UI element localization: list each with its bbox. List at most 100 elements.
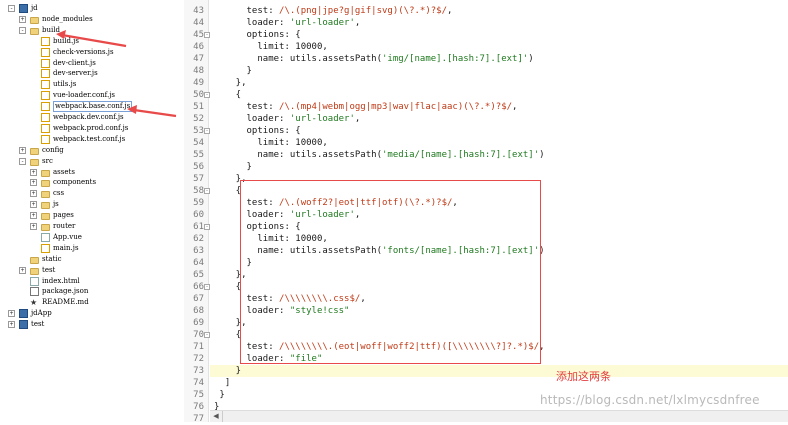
code-line[interactable]: }, <box>210 77 247 89</box>
code-line[interactable]: name: utils.assetsPath('media/[name].[ha… <box>210 149 545 161</box>
tree-item[interactable]: ★ README.md <box>0 297 184 308</box>
code-line[interactable]: { <box>210 185 241 197</box>
line-number: 51 <box>193 102 204 112</box>
expand-toggle-icon[interactable]: + <box>19 146 26 154</box>
code-line[interactable]: } <box>210 389 224 401</box>
code-line[interactable]: options: { <box>210 29 301 41</box>
code-token: options: { <box>246 126 301 136</box>
code-token: /\\\\\\\\.css$/ <box>279 294 361 304</box>
expand-toggle-icon[interactable]: + <box>30 201 37 209</box>
tree-item[interactable]: webpack.base.conf.js <box>0 101 184 113</box>
code-token: test: <box>246 198 280 208</box>
code-editor[interactable]: test: /\.(png|jpe?g|gif|svg)(\?.*)?$/, l… <box>210 0 788 412</box>
tree-item[interactable]: dev-client.js <box>0 58 184 69</box>
code-line[interactable]: } <box>210 161 252 173</box>
tree-item[interactable]: - jd <box>0 3 184 14</box>
code-line[interactable]: loader: "file" <box>210 353 323 365</box>
code-line[interactable]: options: { <box>210 125 301 137</box>
code-line[interactable]: loader: "style!css" <box>210 305 350 317</box>
tree-item[interactable]: + config <box>0 145 184 156</box>
tree-item[interactable]: webpack.dev.conf.js <box>0 112 184 123</box>
code-line[interactable]: loader: 'url-loader', <box>210 17 361 29</box>
tree-item[interactable]: static <box>0 254 184 265</box>
tree-item[interactable]: + js <box>0 199 184 210</box>
tree-item[interactable]: build.js <box>0 36 184 47</box>
code-line[interactable]: test: /\.(woff2?|eot|ttf|otf)(\?.*)?$/, <box>210 197 458 209</box>
code-line[interactable]: test: /\\\\\\\\.(eot|woff|woff2|ttf)([\\… <box>210 341 545 353</box>
expand-toggle-icon[interactable]: + <box>30 223 37 230</box>
code-token: test: <box>246 294 280 304</box>
tree-item[interactable]: - build <box>0 25 184 36</box>
expand-toggle-icon[interactable]: + <box>8 310 15 318</box>
tree-item[interactable]: check-versions.js <box>0 47 184 58</box>
code-line[interactable]: { <box>210 281 241 293</box>
code-line[interactable]: test: /\\\\\\\\.css$/, <box>210 293 366 305</box>
tree-item[interactable]: - src <box>0 156 184 167</box>
tree-item[interactable]: + css <box>0 188 184 199</box>
expand-toggle-icon[interactable]: + <box>30 168 37 176</box>
js-file-icon <box>41 243 50 253</box>
expand-toggle-icon[interactable]: + <box>19 15 26 23</box>
code-token: , <box>447 6 453 16</box>
line-number: 74 <box>193 378 204 388</box>
collapse-toggle-icon[interactable]: - <box>8 5 15 12</box>
tree-item[interactable]: package.json <box>0 286 184 297</box>
code-line[interactable]: }, <box>210 317 247 329</box>
tree-item-label: dev-server.js <box>53 69 98 78</box>
code-line[interactable]: { <box>210 329 241 341</box>
line-number: 56 <box>193 162 204 172</box>
project-tree-panel: - jd + node_modules - build build.js check-vers… <box>0 0 185 422</box>
tree-item-label: test <box>42 265 56 274</box>
tree-item[interactable]: main.js <box>0 243 184 254</box>
tree-item[interactable]: + pages <box>0 210 184 221</box>
code-line[interactable]: test: /\.(mp4|webm|ogg|mp3|wav|flac|aac)… <box>210 101 518 113</box>
code-line[interactable]: } <box>210 257 252 269</box>
code-line[interactable]: }, <box>210 269 247 281</box>
code-line[interactable]: loader: 'url-loader', <box>210 209 361 221</box>
tree-item[interactable]: webpack.prod.conf.js <box>0 123 184 134</box>
code-line[interactable]: test: /\.(png|jpe?g|gif|svg)(\?.*)?$/, <box>210 5 453 17</box>
expand-toggle-icon[interactable]: + <box>8 321 15 329</box>
tree-item[interactable]: + test <box>0 265 184 276</box>
tree-item[interactable]: index.html <box>0 276 184 287</box>
code-token: name: utils.assetsPath( <box>257 246 382 256</box>
tree-item[interactable]: App.vue <box>0 232 184 243</box>
code-line[interactable]: name: utils.assetsPath('img/[name].[hash… <box>210 53 533 65</box>
code-line[interactable]: }, <box>210 173 247 185</box>
code-line[interactable]: } <box>210 65 252 77</box>
code-line[interactable]: limit: 10000, <box>210 41 327 53</box>
tree-item[interactable]: + assets <box>0 167 184 178</box>
tree-item[interactable]: + router <box>0 221 184 232</box>
code-line[interactable]: ] <box>210 377 230 389</box>
code-line[interactable]: options: { <box>210 221 301 233</box>
code-token: } <box>214 366 242 376</box>
collapse-toggle-icon[interactable]: - <box>19 157 26 165</box>
tree-item[interactable]: + node_modules <box>0 14 184 25</box>
expand-toggle-icon[interactable]: + <box>30 179 37 187</box>
tree-item[interactable]: utils.js <box>0 79 184 90</box>
collapse-toggle-icon[interactable]: - <box>19 26 26 34</box>
expand-toggle-icon[interactable]: + <box>19 266 26 274</box>
tree-item[interactable]: + jdApp <box>0 308 184 319</box>
tree-item[interactable]: vue-loader.conf.js <box>0 90 184 101</box>
code-line[interactable]: } <box>210 365 788 377</box>
scroll-left-icon[interactable]: ◀ <box>210 411 223 422</box>
horizontal-scrollbar[interactable]: ◀ <box>210 410 788 422</box>
annotation-text: 添加这两条 <box>556 370 611 383</box>
code-token: ) <box>539 150 545 160</box>
tree-item[interactable]: + components <box>0 177 184 188</box>
code-token: /\\\\\\\\.(eot|woff|woff2|ttf)([\\\\\\\\… <box>279 342 540 352</box>
expand-toggle-icon[interactable]: + <box>30 190 37 198</box>
code-line[interactable]: limit: 10000, <box>210 137 327 149</box>
expand-toggle-icon[interactable]: + <box>30 212 37 220</box>
code-line[interactable]: { <box>210 89 241 101</box>
code-line[interactable]: loader: 'url-loader', <box>210 113 361 125</box>
tree-item[interactable]: webpack.test.conf.js <box>0 134 184 145</box>
tree-item[interactable]: dev-server.js <box>0 68 184 79</box>
tree-item[interactable]: + test <box>0 319 184 330</box>
code-line[interactable]: name: utils.assetsPath('fonts/[name].[ha… <box>210 245 544 257</box>
code-line[interactable]: limit: 10000, <box>210 233 327 245</box>
